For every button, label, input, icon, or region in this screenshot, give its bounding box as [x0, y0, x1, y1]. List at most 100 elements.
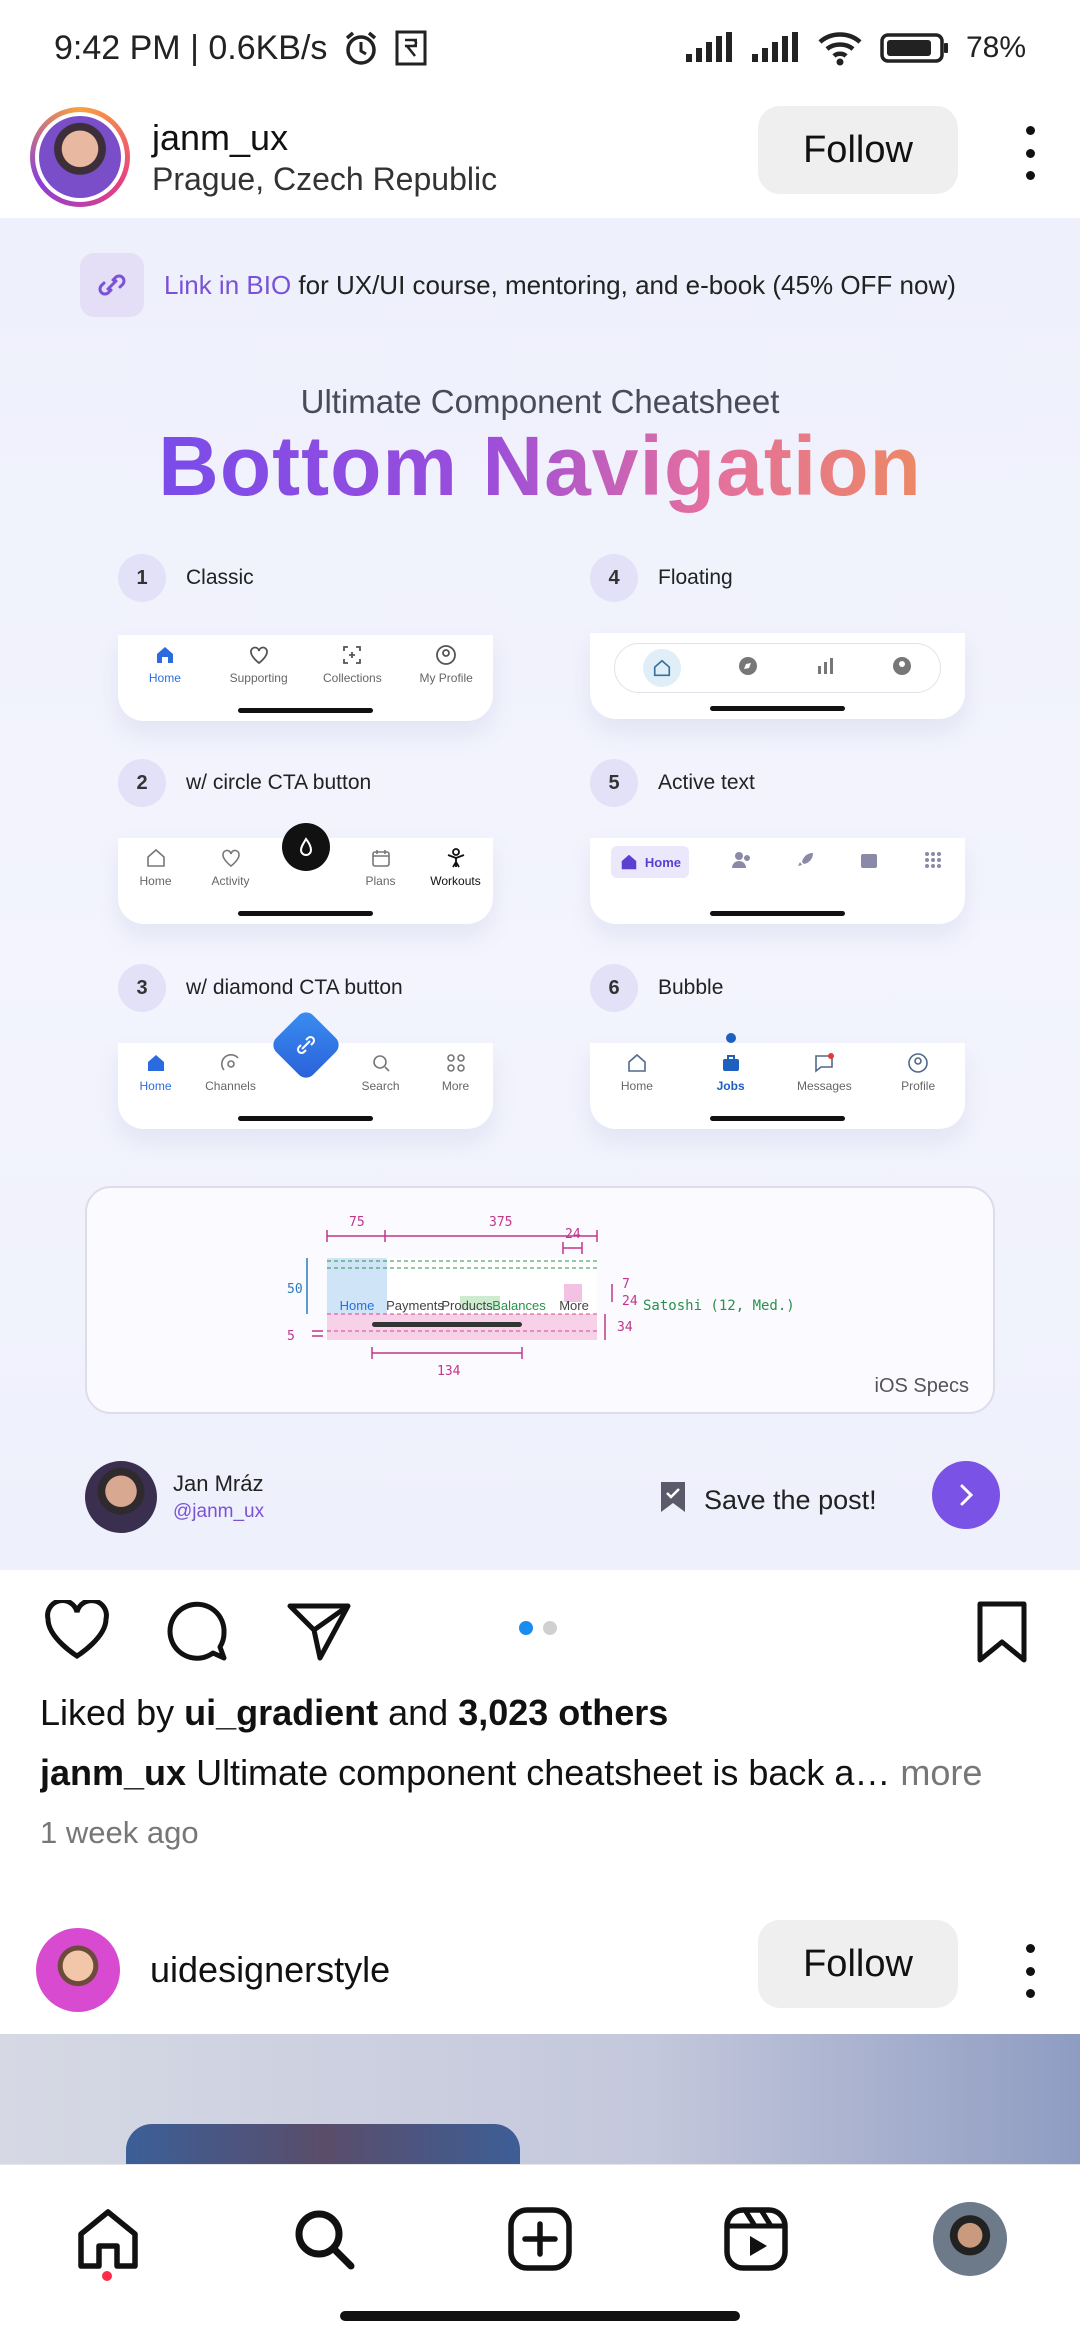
- activity-icon: [219, 846, 243, 870]
- search-icon[interactable]: [284, 2199, 364, 2279]
- bio-text: for UX/UI course, mentoring, and e-book …: [291, 269, 956, 300]
- calendar-icon: [369, 846, 393, 870]
- users-icon: [731, 849, 753, 876]
- nav-item-workouts: Workouts: [421, 846, 491, 888]
- bookmark-check-icon: [658, 1480, 688, 1521]
- like-heart-icon[interactable]: [44, 1598, 110, 1667]
- nav-item-home: Home: [121, 846, 191, 888]
- next-slide-arrow-icon: [932, 1461, 1000, 1529]
- dim-24: 24: [565, 1227, 581, 1242]
- profile-icon: [906, 1051, 930, 1075]
- save-post-label: Save the post!: [704, 1485, 877, 1515]
- caption-more-link[interactable]: more: [890, 1752, 982, 1793]
- nav-item-home: Home: [602, 1051, 672, 1093]
- reels-icon[interactable]: [716, 2199, 796, 2279]
- author-avatar[interactable]: [30, 107, 130, 207]
- liked-by-user[interactable]: ui_gradient: [184, 1692, 378, 1733]
- dim-34: 34: [617, 1320, 633, 1335]
- more-options-icon[interactable]: [1020, 126, 1040, 180]
- post-caption[interactable]: janm_ux Ultimate component cheatsheet is…: [40, 1752, 1050, 1794]
- likes-line[interactable]: Liked by ui_gradient and 3,023 others: [40, 1692, 668, 1734]
- messages-icon: [812, 1051, 836, 1075]
- battery-percent: 78%: [965, 31, 1026, 64]
- post-header: janm_ux Prague, Czech Republic Follow: [0, 96, 1080, 218]
- signal-icon-2: [750, 32, 800, 64]
- likes-count[interactable]: 3,023 others: [458, 1692, 668, 1733]
- variant-label: w/ circle CTA button: [186, 771, 372, 794]
- dim-75: 75: [349, 1215, 365, 1230]
- calendar-icon: [858, 849, 880, 876]
- dim-134: 134: [437, 1364, 461, 1379]
- post-image[interactable]: Link in BIO for UX/UI course, mentoring,…: [0, 218, 1080, 1570]
- image-author-handle: @janm_ux: [173, 1501, 265, 1522]
- post-username[interactable]: janm_ux: [152, 117, 497, 159]
- compass-icon: [738, 656, 758, 681]
- heart-icon: [247, 643, 271, 667]
- nav-item-supporting: Supporting: [224, 643, 294, 685]
- variant-floating: 4 Floating: [590, 553, 965, 719]
- user-icon: [892, 656, 912, 681]
- font-note: Satoshi (12, Med.): [643, 1298, 795, 1314]
- bio-link: Link in BIO: [164, 269, 292, 300]
- dim-50: 50: [287, 1282, 303, 1297]
- bookmark-icon[interactable]: [974, 1600, 1030, 1671]
- next-post-follow-button[interactable]: Follow: [758, 1920, 958, 2008]
- home-icon: [643, 649, 682, 687]
- variant-number: 2: [118, 759, 166, 807]
- home-icon: [144, 846, 168, 870]
- spec-item-payments: Payments: [386, 1298, 444, 1313]
- chart-icon: [815, 656, 835, 681]
- rocket-icon: [795, 849, 817, 876]
- home-icon[interactable]: [68, 2199, 148, 2279]
- nav-item-home: Home: [610, 846, 689, 878]
- post-location[interactable]: Prague, Czech Republic: [152, 161, 497, 198]
- next-post-image[interactable]: [0, 2034, 1080, 2164]
- ios-specs-caption: iOS Specs: [874, 1375, 969, 1397]
- cheatsheet-title: Bottom Navigation: [0, 418, 1080, 515]
- share-send-icon[interactable]: [286, 1600, 352, 1667]
- variant-circle-cta: 2 w/ circle CTA button Home Activity Pla…: [118, 758, 493, 924]
- variant-label: w/ diamond CTA button: [186, 976, 403, 999]
- comment-icon[interactable]: [164, 1600, 230, 1669]
- channels-icon: [219, 1051, 243, 1075]
- nav-item-home: Home: [130, 643, 200, 685]
- home-icon: [625, 1051, 649, 1075]
- profile-avatar[interactable]: [930, 2199, 1010, 2279]
- next-post-more-options-icon[interactable]: [1020, 1944, 1040, 1998]
- bottom-navigation: [0, 2164, 1080, 2340]
- variant-bubble: 6 Bubble Home Jobs Messages Profile: [590, 963, 965, 1129]
- bio-banner: Link in BIO for UX/UI course, mentoring,…: [80, 253, 956, 317]
- nav-item-plans: Plans: [346, 846, 416, 888]
- next-post-username[interactable]: uidesignerstyle: [150, 1949, 390, 1991]
- wifi-icon: [816, 30, 864, 66]
- variant-diamond-cta: 3 w/ diamond CTA button Home Channels Se…: [118, 963, 493, 1129]
- cta-circle-button: [282, 823, 330, 871]
- create-post-icon[interactable]: [500, 2199, 580, 2279]
- spec-item-balances: Balances: [492, 1298, 546, 1313]
- follow-button[interactable]: Follow: [758, 106, 958, 194]
- variant-active-text: 5 Active text Home: [590, 758, 965, 924]
- spec-item-products: Products: [441, 1298, 493, 1313]
- ios-specs-card: 75 375 24 7 24 50 5 34 134 Home Payments…: [85, 1186, 995, 1414]
- nav-item-more: More: [421, 1051, 491, 1093]
- next-post-avatar[interactable]: [36, 1928, 120, 2012]
- specs-diagram: 75 375 24 7 24 50 5 34 134 Home Payments…: [287, 1215, 795, 1379]
- home-notification-dot: [102, 2271, 112, 2281]
- cheatsheet-subtitle: Ultimate Component Cheatsheet: [300, 383, 780, 420]
- status-bar: 9:42 PM | 0.6KB/s 78%: [0, 0, 1080, 96]
- nav-item-activity: Activity: [196, 846, 266, 888]
- search-icon: [369, 1051, 393, 1075]
- collections-icon: [340, 643, 364, 667]
- home-icon: [153, 643, 177, 667]
- dim-7: 7: [622, 1277, 630, 1292]
- nav-item-channels: Channels: [196, 1051, 266, 1093]
- workouts-icon: [444, 846, 468, 870]
- variant-label: Active text: [658, 771, 755, 794]
- nav-item-home: Home: [121, 1051, 191, 1093]
- caption-username[interactable]: janm_ux: [40, 1752, 186, 1793]
- profile-icon: [434, 643, 458, 667]
- save-post-callout: Save the post!: [658, 1480, 877, 1521]
- variant-label: Classic: [186, 566, 254, 589]
- caption-text: Ultimate component cheatsheet is back a…: [186, 1752, 891, 1793]
- alarm-icon: [341, 28, 381, 68]
